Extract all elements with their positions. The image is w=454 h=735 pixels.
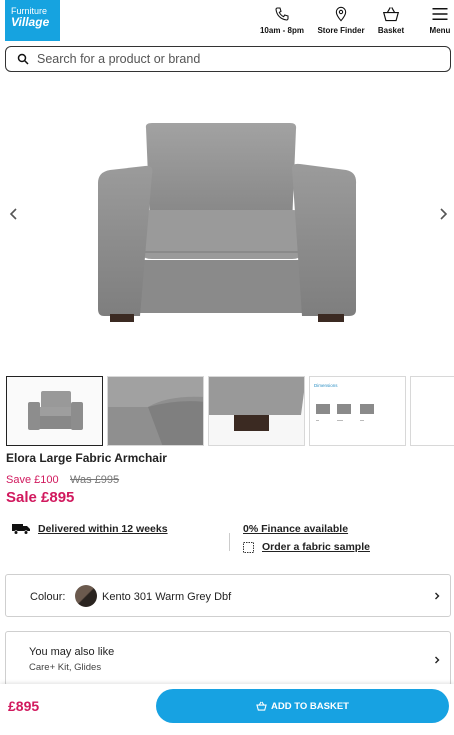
- basket-icon: [256, 701, 267, 711]
- thumbnail-strip: Dimensions: [6, 376, 454, 446]
- add-to-basket-button[interactable]: ADD TO BASKET: [156, 689, 449, 723]
- fabric-sample-link[interactable]: Order a fabric sample: [243, 541, 370, 553]
- store-finder-label: Store Finder: [317, 26, 365, 35]
- colour-label: Colour:: [30, 591, 66, 603]
- was-price: Was £995: [70, 474, 120, 486]
- store-finder-button[interactable]: Store Finder: [312, 6, 370, 35]
- hamburger-menu-icon: [432, 8, 448, 20]
- chevron-right-icon: [435, 656, 440, 664]
- fabric-swatch-icon: [243, 541, 254, 553]
- colour-swatch: [75, 585, 97, 607]
- menu-label: Menu: [429, 26, 451, 35]
- fabric-sample-text: Order a fabric sample: [262, 541, 370, 553]
- product-page: Furniture Village 10am - 8pm Store Finde…: [0, 0, 454, 735]
- logo-text-line2: Village: [11, 15, 50, 29]
- search-input[interactable]: [37, 52, 417, 66]
- also-like-subtitle: Care+ Kit, Glides: [29, 662, 102, 673]
- also-like-section[interactable]: You may also like Care+ Kit, Glides: [5, 631, 451, 686]
- chevron-right-icon: [435, 592, 440, 600]
- location-pin-icon: [335, 6, 347, 22]
- site-header: Furniture Village 10am - 8pm Store Finde…: [0, 0, 454, 44]
- search-bar[interactable]: [5, 46, 451, 72]
- delivery-text: Delivered within 12 weeks: [38, 523, 168, 535]
- opening-hours-button[interactable]: 10am - 8pm: [254, 6, 310, 35]
- add-to-basket-label: ADD TO BASKET: [271, 700, 349, 712]
- colour-selector[interactable]: Colour: Kento 301 Warm Grey Dbf: [5, 574, 451, 617]
- next-image-arrow-icon[interactable]: [435, 206, 451, 222]
- thumbnail-fabric-arm[interactable]: [107, 376, 204, 446]
- finance-link[interactable]: 0% Finance available: [243, 523, 348, 535]
- delivery-info-link[interactable]: Delivered within 12 weeks: [12, 523, 168, 535]
- thumbnail-fabric-foot[interactable]: [208, 376, 305, 446]
- basket-button[interactable]: Basket: [372, 6, 410, 35]
- save-amount: Save £100: [6, 474, 59, 486]
- also-like-heading: You may also like: [29, 646, 115, 658]
- dimensions-heading: Dimensions: [314, 383, 338, 388]
- phone-icon: [275, 7, 289, 21]
- basket-icon: [382, 7, 400, 22]
- bottom-price: £895: [8, 698, 40, 714]
- sale-price: Sale £895: [6, 489, 75, 506]
- product-image-gallery: [0, 76, 454, 371]
- finance-text: 0% Finance available: [243, 523, 349, 535]
- previous-image-arrow-icon[interactable]: [6, 206, 22, 222]
- thumbnail-more[interactable]: [410, 376, 454, 446]
- feature-divider: [229, 533, 230, 551]
- brand-logo[interactable]: Furniture Village: [5, 0, 60, 41]
- basket-label: Basket: [377, 26, 405, 35]
- delivery-truck-icon: [12, 524, 30, 535]
- product-title: Elora Large Fabric Armchair: [6, 451, 167, 465]
- opening-hours-label: 10am - 8pm: [259, 26, 305, 35]
- sticky-bottom-bar: £895 ADD TO BASKET: [0, 684, 454, 735]
- colour-value: Kento 301 Warm Grey Dbf: [102, 591, 232, 603]
- thumbnail-armchair-front[interactable]: [6, 376, 103, 446]
- armchair-main-image[interactable]: [0, 76, 454, 371]
- thumbnail-dimensions[interactable]: Dimensions: [309, 376, 406, 446]
- menu-button[interactable]: Menu: [422, 6, 454, 35]
- search-icon: [17, 53, 29, 65]
